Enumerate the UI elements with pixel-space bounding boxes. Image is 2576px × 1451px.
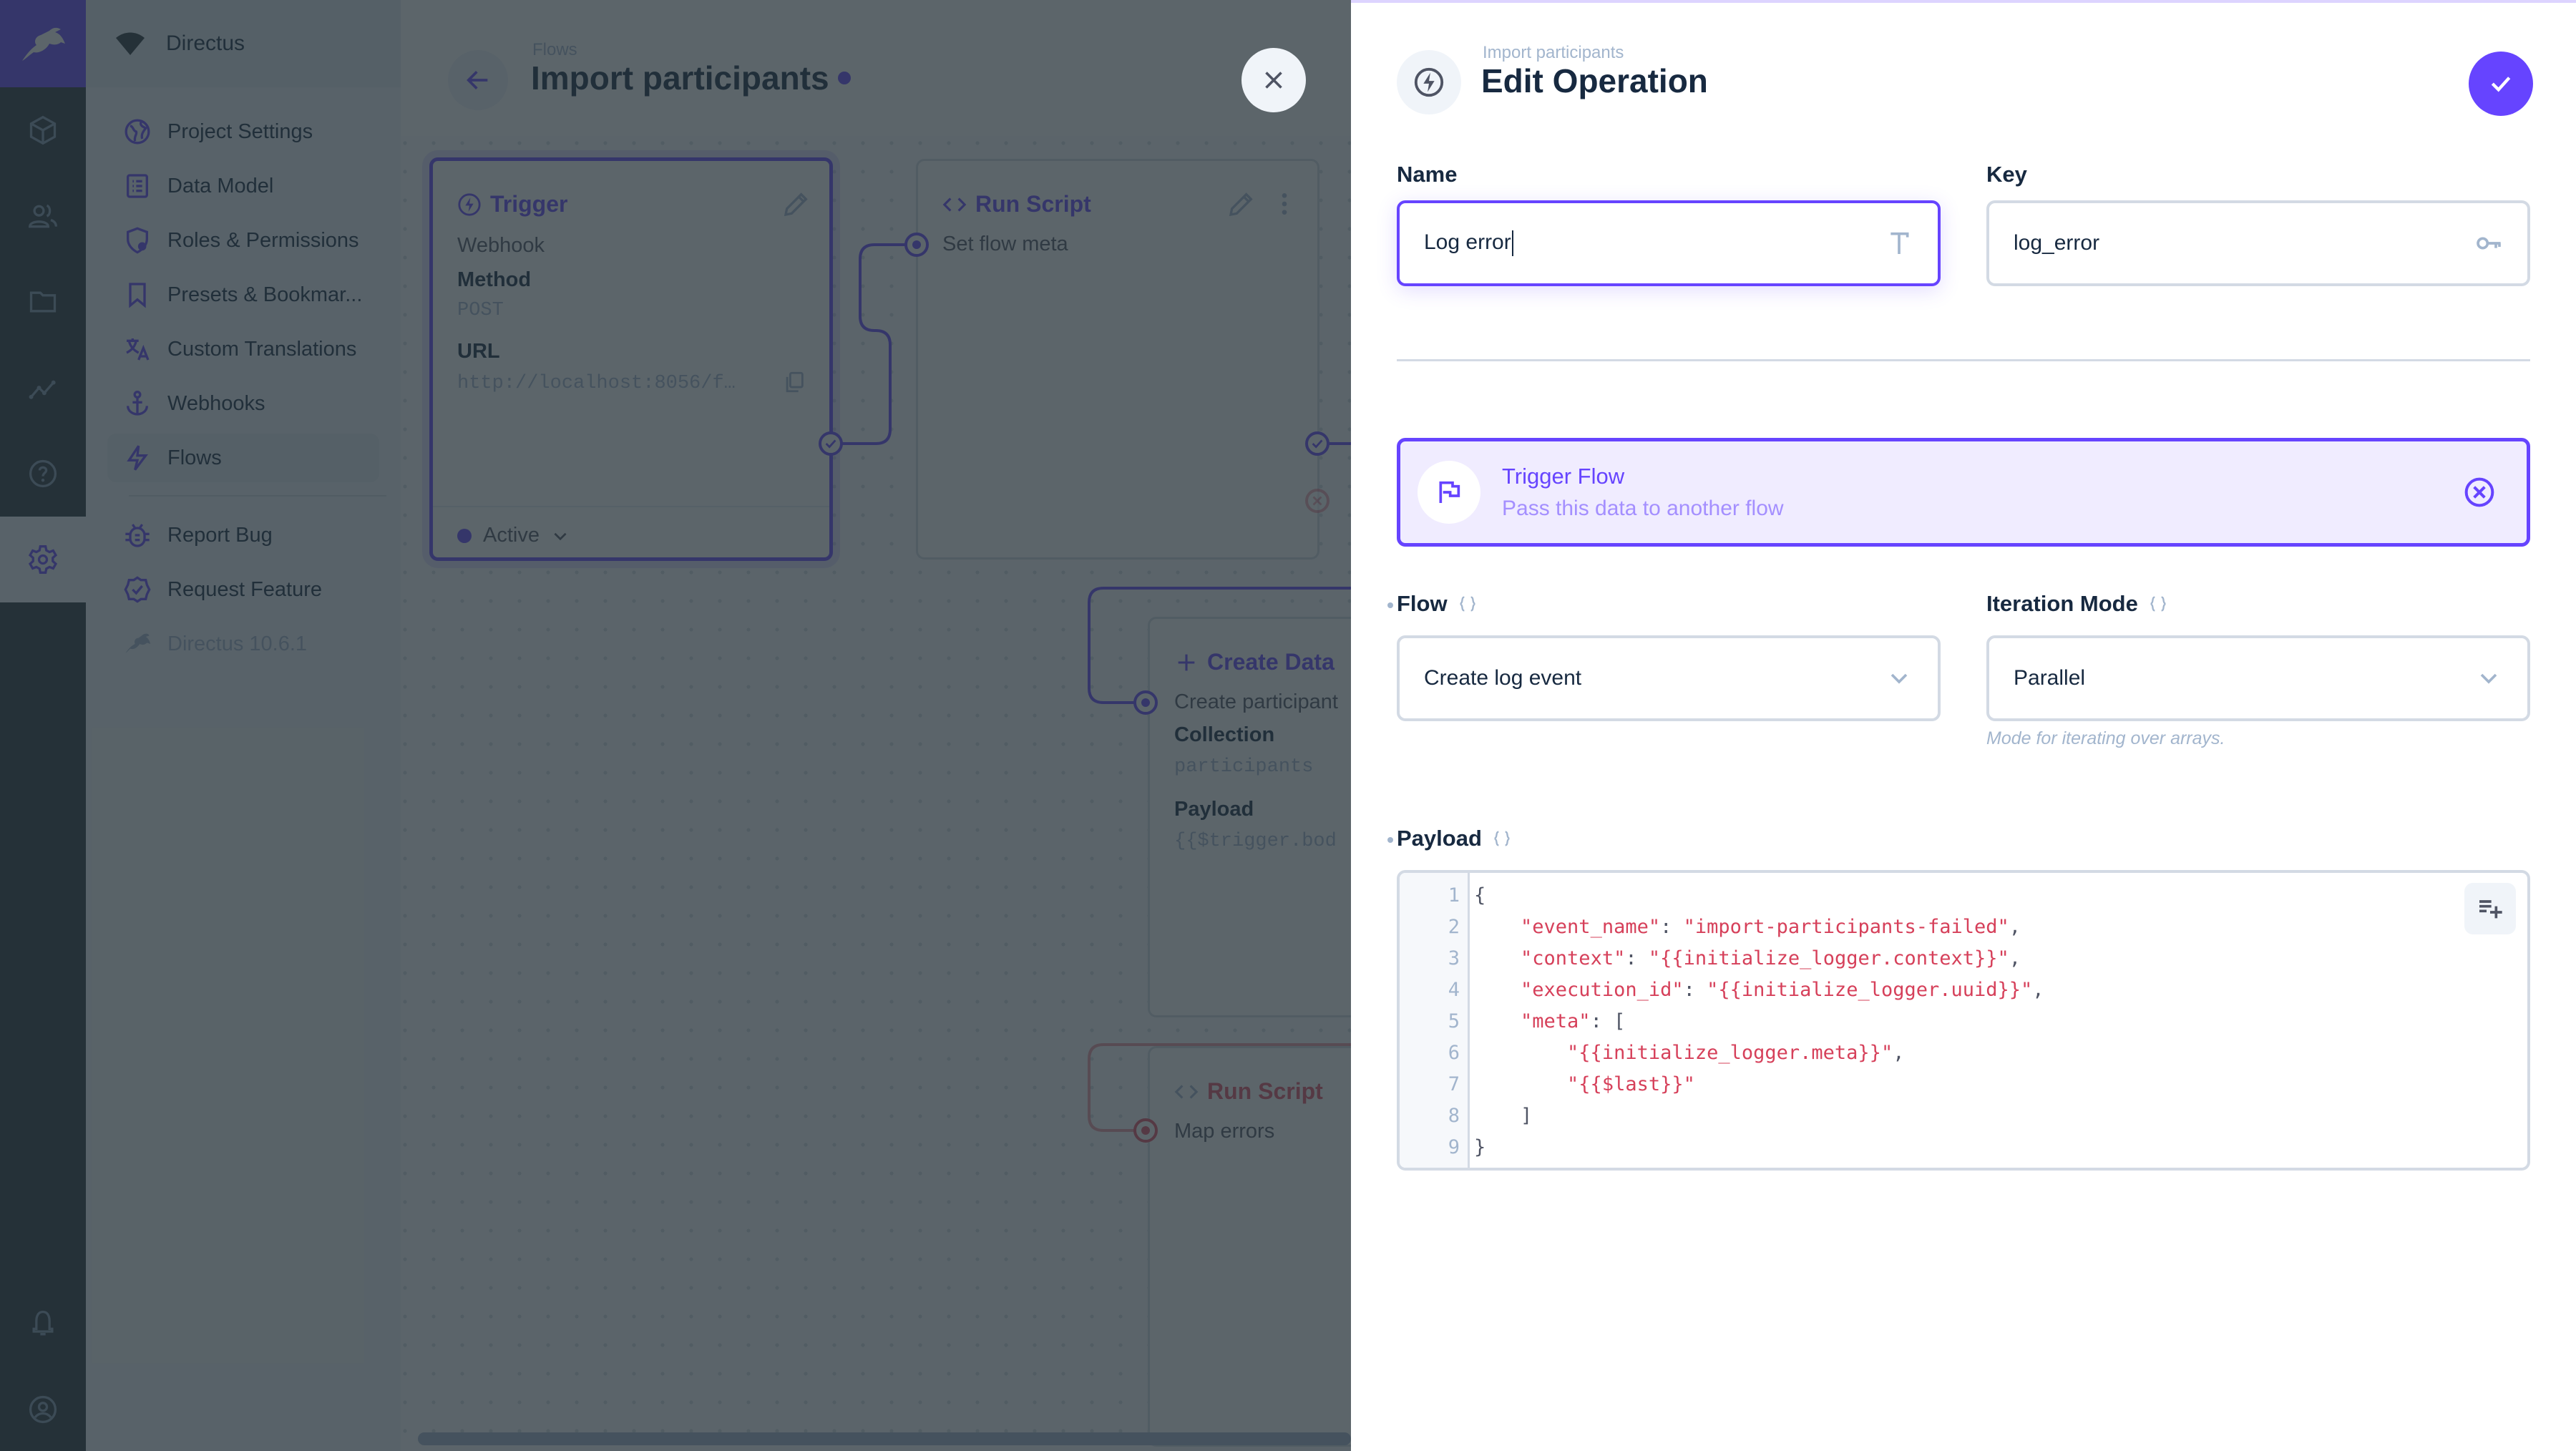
code-text: "{{initialize_logger.meta}}", <box>1567 1042 1905 1064</box>
code-string: "execution_id" <box>1521 979 1684 1001</box>
line-number: 4 <box>1448 979 1460 1001</box>
operation-type-card[interactable]: Trigger Flow Pass this data to another f… <box>1397 438 2530 547</box>
raw-value-icon[interactable] <box>1458 594 1478 614</box>
flag-icon <box>1439 481 1460 503</box>
iteration-mode-select[interactable]: Parallel <box>1986 635 2530 721</box>
line-number: 9 <box>1448 1136 1460 1158</box>
clear-circle-icon[interactable] <box>2464 477 2495 508</box>
line-number: 5 <box>1448 1010 1460 1032</box>
code-string: "import-participants-failed" <box>1683 916 2009 938</box>
required-indicator <box>1387 602 1393 608</box>
code-line[interactable]: 9} <box>1400 1132 2527 1163</box>
save-button[interactable] <box>2469 52 2533 116</box>
code-text: ] <box>1474 1105 1533 1127</box>
key-icon <box>2477 237 2501 250</box>
name-input-value: Log error <box>1424 230 1885 257</box>
playlist-add-icon <box>2479 900 2502 919</box>
chevron-down-icon <box>1890 673 1908 684</box>
code-string: "meta" <box>1521 1010 1591 1032</box>
code-text: "execution_id": "{{initialize_logger.uui… <box>1521 979 2044 1001</box>
key-label-text: Key <box>1986 162 2027 187</box>
code-text: { <box>1474 884 1486 907</box>
iteration-mode-value: Parallel <box>2014 666 2086 690</box>
line-number: 7 <box>1448 1073 1460 1095</box>
drawer-overlay[interactable] <box>0 0 1351 1451</box>
drawer-breadcrumb: Import participants <box>1483 43 1624 62</box>
flow-select[interactable]: Create log event <box>1397 635 1941 721</box>
key-input-value: log_error <box>2014 231 2100 255</box>
line-number: 2 <box>1448 916 1460 938</box>
code-text: "{{$last}}" <box>1463 1069 1695 1100</box>
required-indicator <box>1387 837 1393 843</box>
code-line[interactable]: 1{ <box>1400 880 2527 912</box>
close-icon <box>1265 72 1282 89</box>
operation-type-text: Trigger Flow Pass this data to another f… <box>1502 464 2464 521</box>
code-line[interactable]: 5 "meta": [ <box>1400 1006 2527 1037</box>
code-string: "context" <box>1521 947 1626 969</box>
code-lines: 1{2 "event_name": "import-participants-f… <box>1400 880 2527 1163</box>
drawer-header-icon <box>1397 50 1461 114</box>
iteration-mode-label: Iteration Mode <box>1986 591 2168 617</box>
code-string: "{{$last}}" <box>1567 1073 1695 1095</box>
raw-value-icon[interactable] <box>1492 829 1512 849</box>
code-text: "event_name": "import-participants-faile… <box>1521 916 2021 938</box>
code-line[interactable]: 4 "execution_id": "{{initialize_logger.u… <box>1400 974 2527 1006</box>
iteration-mode-hint: Mode for iterating over arrays. <box>1986 728 2225 748</box>
flow-label: Flow <box>1397 591 1478 617</box>
operation-type-title: Trigger Flow <box>1502 464 1625 489</box>
text-type-icon <box>1890 232 1909 254</box>
line-number: 8 <box>1448 1105 1460 1127</box>
text-caret <box>1511 230 1513 257</box>
iteration-mode-label-text: Iteration Mode <box>1986 591 2138 616</box>
code-string: "{{initialize_logger.uuid}}" <box>1707 979 2033 1001</box>
payload-label-text: Payload <box>1397 826 1482 851</box>
code-line[interactable]: 3 "context": "{{initialize_logger.contex… <box>1400 943 2527 974</box>
code-text: "context": "{{initialize_logger.context}… <box>1521 947 2021 969</box>
code-text: } <box>1474 1136 1486 1158</box>
operation-type-badge <box>1418 461 1480 524</box>
edit-operation-drawer: Import participants Edit Operation Name … <box>1351 0 2576 1451</box>
code-string: "{{initialize_logger.meta}}" <box>1567 1042 1893 1064</box>
code-string: "{{initialize_logger.context}}" <box>1648 947 2009 969</box>
close-drawer-button[interactable] <box>1241 48 1306 112</box>
key-input[interactable]: log_error <box>1986 200 2530 286</box>
insert-variable-button[interactable] <box>2464 883 2516 934</box>
flow-select-value: Create log event <box>1424 666 1582 690</box>
key-label: Key <box>1986 162 2027 187</box>
code-text: "meta": [ <box>1521 1010 1626 1032</box>
name-label-text: Name <box>1397 162 1458 187</box>
code-string: "event_name" <box>1521 916 1661 938</box>
bolt-circle-icon <box>1414 67 1444 97</box>
name-input[interactable]: Log error <box>1397 200 1941 286</box>
check-icon <box>2491 77 2511 92</box>
code-line[interactable]: 8 ] <box>1400 1100 2527 1132</box>
drawer-title: Edit Operation <box>1481 62 1708 99</box>
line-number: 6 <box>1448 1042 1460 1064</box>
code-line[interactable]: 2 "event_name": "import-participants-fai… <box>1400 912 2527 943</box>
name-label: Name <box>1397 162 1457 187</box>
code-line[interactable]: 6 "{{initialize_logger.meta}}", <box>1400 1037 2527 1069</box>
code-line[interactable]: 7 "{{$last}}" <box>1400 1069 2527 1100</box>
section-divider <box>1397 359 2530 361</box>
payload-label: Payload <box>1397 826 1512 851</box>
chevron-down-icon <box>2480 673 2497 684</box>
line-number: 3 <box>1448 947 1460 969</box>
name-value-text: Log error <box>1424 230 1511 254</box>
raw-value-icon[interactable] <box>2148 594 2168 614</box>
payload-code-editor[interactable]: 1{2 "event_name": "import-participants-f… <box>1397 870 2530 1171</box>
line-number: 1 <box>1448 884 1460 907</box>
flow-label-text: Flow <box>1397 591 1448 616</box>
operation-type-description: Pass this data to another flow <box>1502 497 1784 520</box>
